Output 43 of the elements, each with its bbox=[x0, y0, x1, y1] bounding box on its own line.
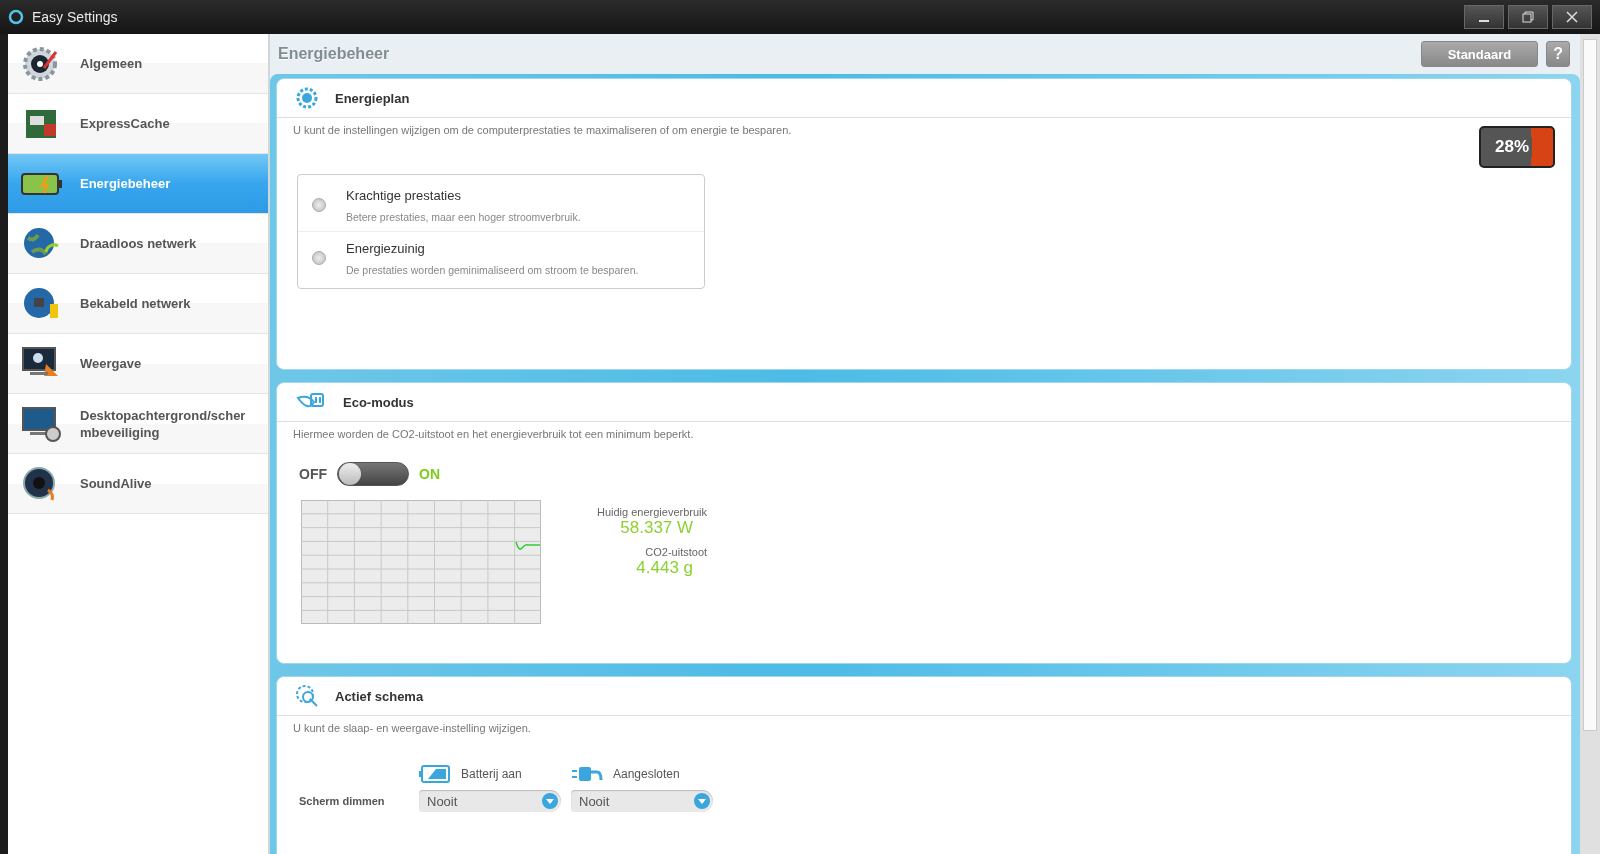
plan-option[interactable]: Krachtige prestaties Betere prestaties, maar een hoger stroomverbruik. bbox=[298, 179, 704, 231]
scrollbar[interactable] bbox=[1580, 34, 1600, 854]
on-label: ON bbox=[419, 466, 440, 482]
dropdown-field[interactable]: Nooit bbox=[571, 790, 713, 812]
restore-button[interactable] bbox=[1508, 5, 1548, 29]
plan-option[interactable]: Energiezuinig De prestaties worden geminimaliseerd om stroom te besparen. bbox=[298, 231, 704, 284]
close-icon bbox=[1566, 11, 1578, 23]
section-title: Energieplan bbox=[335, 90, 410, 106]
radio-button[interactable] bbox=[312, 251, 326, 265]
radio-button[interactable] bbox=[312, 198, 326, 212]
option-description: Betere prestaties, maar een hoger stroomverbruik. bbox=[346, 210, 581, 223]
section-description: Hiermee worden de CO2-uitstoot en het energieverbruik tot een minimum beperkt. bbox=[292, 427, 695, 440]
reading-value: 58.337 W bbox=[620, 518, 695, 538]
app-logo-icon bbox=[8, 9, 24, 25]
minimize-icon bbox=[1479, 20, 1489, 22]
battery-icon bbox=[419, 764, 451, 784]
minimize-button[interactable] bbox=[1464, 5, 1504, 29]
page-title: Energiebeheer bbox=[278, 45, 390, 63]
off-label: OFF bbox=[299, 466, 327, 482]
column-label: Aangesloten bbox=[613, 767, 680, 781]
reading-label: CO2-uitstoot bbox=[645, 546, 708, 558]
reading-value: 4.443 g bbox=[636, 558, 695, 578]
eco-mode-toggle[interactable] bbox=[337, 462, 409, 486]
close-button[interactable] bbox=[1552, 5, 1592, 29]
caret-icon bbox=[541, 792, 559, 810]
gear-icon bbox=[295, 86, 319, 110]
column-label: Batterij aan bbox=[461, 767, 522, 781]
restore-icon bbox=[1522, 11, 1534, 23]
setting-label: Scherm dimmen bbox=[299, 795, 386, 807]
power-plug-icon bbox=[571, 764, 603, 784]
option-label: Energiezuinig bbox=[346, 240, 426, 256]
reading-label: Huidig energieverbruik bbox=[597, 506, 708, 518]
option-label: Krachtige prestaties bbox=[346, 187, 462, 203]
section-title: Eco-modus bbox=[343, 394, 414, 410]
gear-magnifier-icon bbox=[295, 684, 319, 708]
option-description: De prestaties worden geminimaliseerd om stroom te besparen. bbox=[346, 263, 639, 276]
battery-status-icon: 28% bbox=[1479, 126, 1555, 168]
caret-icon bbox=[693, 792, 711, 810]
section-description: U kunt de instellingen wijzigen om de computerprestaties te maximaliseren of om energie te besparen. bbox=[293, 124, 792, 136]
dropdown-field[interactable]: Nooit bbox=[419, 790, 561, 812]
section-title: Actief schema bbox=[335, 688, 424, 704]
section-description: U kunt de slaap- en weergave-instelling wijzigen. bbox=[292, 721, 532, 734]
window-title: Easy Settings bbox=[32, 9, 118, 25]
